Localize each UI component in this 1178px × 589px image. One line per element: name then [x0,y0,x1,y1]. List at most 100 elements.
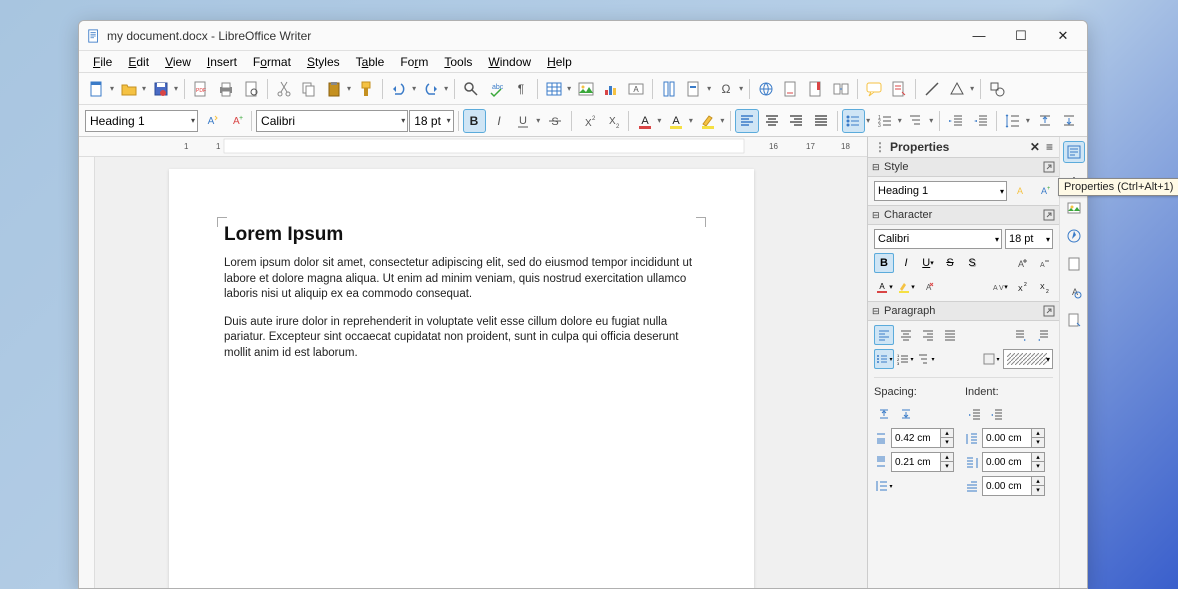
bold-button[interactable]: B [463,109,487,133]
underline-button[interactable]: U [512,109,536,133]
font-color-button[interactable]: A [633,109,657,133]
section-style-head[interactable]: ⊟ Style [868,157,1059,177]
sidebar-bg-color-button[interactable]: ▾ [981,349,1001,369]
open-dropdown[interactable]: ▾ [140,84,148,93]
sidebar-grow-font-button[interactable]: A [1011,253,1031,273]
insert-hyperlink-button[interactable] [754,77,778,101]
outline-dropdown[interactable]: ▾ [927,116,935,125]
popout-icon[interactable] [1043,209,1055,221]
section-paragraph-head[interactable]: ⊟ Paragraph [868,301,1059,321]
sidebar-align-justify-button[interactable] [940,325,960,345]
clone-formatting-button[interactable] [354,77,378,101]
decrease-indent-button[interactable] [969,109,993,133]
paragraph-style-combo[interactable]: Heading 1▾ [85,110,198,132]
font-name-combo[interactable]: Calibri▾ [256,110,408,132]
sidebar-ol-button[interactable]: 123▾ [895,349,915,369]
sidebar-align-right-button[interactable] [918,325,938,345]
horizontal-ruler[interactable]: 1123456789101112131415161718 [79,137,867,157]
new-button[interactable] [85,77,109,101]
align-left-button[interactable] [735,109,759,133]
indent-after-spinner[interactable]: ▴▾ [982,452,1045,472]
indent-first-spinner[interactable]: ▴▾ [982,476,1045,496]
increase-indent-button[interactable] [944,109,968,133]
sidebar-bold-button[interactable]: B [874,253,894,273]
collapse-icon[interactable]: ⊟ [872,306,884,317]
section-character-head[interactable]: ⊟ Character [868,205,1059,225]
inc-indent-button[interactable] [965,404,985,424]
insert-table-button[interactable] [542,77,566,101]
sidebar-close-button[interactable]: ✕ [1030,140,1040,154]
menu-form[interactable]: Form [394,53,434,71]
insert-page-break-button[interactable] [657,77,681,101]
menu-window[interactable]: Window [482,53,537,71]
find-replace-button[interactable] [459,77,483,101]
save-button[interactable] [149,77,173,101]
space-above-spinner[interactable]: ▴▾ [891,428,954,448]
maximize-button[interactable]: ☐ [1009,28,1033,44]
sidebar-shadow-button[interactable]: S [962,253,982,273]
shapes-dropdown[interactable]: ▾ [968,84,976,93]
cut-button[interactable] [272,77,296,101]
redo-button[interactable] [419,77,443,101]
indent-before-spinner[interactable]: ▴▾ [982,428,1045,448]
sidebar-ltr-button[interactable] [1011,325,1031,345]
sidebar-fontsize-combo[interactable]: 18 pt▾ [1005,229,1053,249]
sidebar-highlight-button[interactable]: ▾ [896,277,916,297]
tab-properties[interactable] [1063,141,1085,163]
copy-button[interactable] [297,77,321,101]
popout-icon[interactable] [1043,161,1055,173]
new-style-button[interactable]: A+ [224,109,248,133]
table-dropdown[interactable]: ▾ [565,84,573,93]
line-spacing-dropdown[interactable]: ▾ [1024,116,1032,125]
sidebar-outline-button[interactable]: ▾ [916,349,936,369]
paste-dropdown[interactable]: ▾ [345,84,353,93]
font-size-combo[interactable]: 18 pt▾ [409,110,453,132]
open-button[interactable] [117,77,141,101]
insert-line-button[interactable] [920,77,944,101]
insert-special-char-button[interactable]: Ω [714,77,738,101]
sidebar-new-style-button[interactable]: A+ [1033,181,1053,201]
collapse-icon[interactable]: ⊟ [872,210,884,221]
page-content[interactable]: Lorem Ipsum Lorem ipsum dolor sit amet, … [224,224,704,373]
menu-format[interactable]: Format [247,53,297,71]
menu-tools[interactable]: Tools [438,53,478,71]
insert-chart-button[interactable] [599,77,623,101]
formatting-marks-button[interactable]: ¶ [509,77,533,101]
insert-field-button[interactable] [682,77,706,101]
tab-navigator[interactable] [1063,225,1085,247]
sidebar-style-combo[interactable]: Heading 1▾ [874,181,1007,201]
tab-page[interactable] [1063,253,1085,275]
align-center-button[interactable] [760,109,784,133]
doc-heading[interactable]: Lorem Ipsum [224,224,704,246]
print-preview-button[interactable] [239,77,263,101]
insert-footnote-button[interactable] [779,77,803,101]
sidebar-rtl-button[interactable] [1033,325,1053,345]
sidebar-strike-button[interactable]: S [940,253,960,273]
sidebar-hatching-combo[interactable]: ▾ [1003,349,1053,369]
redo-dropdown[interactable]: ▾ [442,84,450,93]
sidebar-font-combo[interactable]: Calibri▾ [874,229,1002,249]
highlight-dropdown[interactable]: ▾ [687,116,695,125]
sidebar-char-spacing-button[interactable]: AV▾ [989,277,1009,297]
minimize-button[interactable]: — [967,28,991,44]
align-justify-button[interactable] [809,109,833,133]
sidebar-align-center-button[interactable] [896,325,916,345]
outline-list-button[interactable] [905,109,929,133]
italic-button[interactable]: I [487,109,511,133]
insert-cross-ref-button[interactable] [829,77,853,101]
save-dropdown[interactable]: ▾ [172,84,180,93]
show-draw-functions-button[interactable] [985,77,1009,101]
strikethrough-button[interactable]: S [543,109,567,133]
sidebar-underline-button[interactable]: U▾ [918,253,938,273]
dec-indent-button[interactable] [987,404,1007,424]
special-char-dropdown[interactable]: ▾ [737,84,745,93]
menu-view[interactable]: View [159,53,197,71]
decrease-para-spacing-button[interactable] [1057,109,1081,133]
track-changes-button[interactable] [887,77,911,101]
unordered-list-button[interactable] [842,109,866,133]
ol-dropdown[interactable]: ▾ [896,116,904,125]
popout-icon[interactable] [1043,305,1055,317]
sidebar-italic-button[interactable]: I [896,253,916,273]
menu-styles[interactable]: Styles [301,53,346,71]
new-dropdown[interactable]: ▾ [108,84,116,93]
